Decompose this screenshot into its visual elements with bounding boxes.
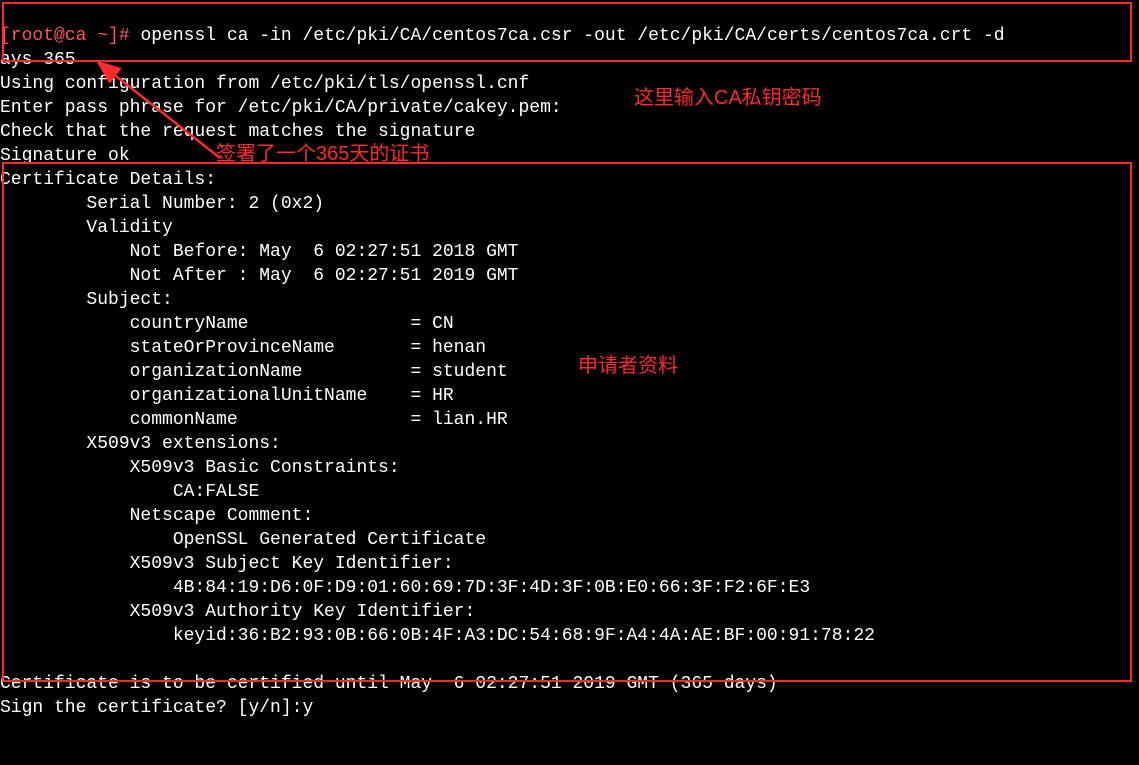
- out-line-22: 4B:84:19:D6:0F:D9:01:60:69:7D:3F:4D:3F:0…: [0, 578, 810, 598]
- out-line-26: Sign the certificate? [y/n]:y: [0, 698, 313, 718]
- out-line-10: Subject:: [0, 290, 173, 310]
- out-line-6: Serial Number: 2 (0x2): [0, 194, 324, 214]
- out-line-17: X509v3 Basic Constraints:: [0, 458, 410, 478]
- out-line-20: OpenSSL Generated Certificate: [0, 530, 486, 550]
- out-line-16: X509v3 extensions:: [0, 434, 281, 454]
- out-line-1: Using configuration from /etc/pki/tls/op…: [0, 74, 529, 94]
- command-text: openssl ca -in /etc/pki/CA/centos7ca.csr…: [0, 26, 1005, 70]
- out-line-4: Signature ok: [0, 146, 130, 166]
- terminal-window[interactable]: [root@ca ~]# openssl ca -in /etc/pki/CA/…: [0, 0, 1139, 765]
- out-line-19: Netscape Comment:: [0, 506, 324, 526]
- annotation-sign365: 签署了一个365天的证书: [216, 142, 429, 166]
- out-line-5: Certificate Details:: [0, 170, 216, 190]
- out-line-9: Not After : May 6 02:27:51 2019 GMT: [0, 266, 518, 286]
- out-line-25: Certificate is to be certified until May…: [0, 674, 778, 694]
- prompt-userhost: [root@ca ~]#: [0, 26, 140, 46]
- out-line-2: Enter pass phrase for /etc/pki/CA/privat…: [0, 98, 562, 118]
- out-line-3: Check that the request matches the signa…: [0, 122, 475, 142]
- out-line-7: Validity: [0, 218, 173, 238]
- out-line-24: keyid:36:B2:93:0B:66:0B:4F:A3:DC:54:68:9…: [0, 626, 875, 646]
- out-line-11: countryName = CN: [0, 314, 454, 334]
- out-line-8: Not Before: May 6 02:27:51 2018 GMT: [0, 242, 518, 262]
- annotation-passphrase: 这里输入CA私钥密码: [634, 86, 822, 110]
- out-line-13: organizationName = student: [0, 362, 508, 382]
- out-line-12: stateOrProvinceName = henan: [0, 338, 486, 358]
- out-line-21: X509v3 Subject Key Identifier:: [0, 554, 464, 574]
- out-line-23: X509v3 Authority Key Identifier:: [0, 602, 486, 622]
- out-line-18: CA:FALSE: [0, 482, 259, 502]
- out-line-15: commonName = lian.HR: [0, 410, 508, 430]
- out-line-14: organizationalUnitName = HR: [0, 386, 454, 406]
- annotation-subject: 申请者资料: [578, 354, 678, 378]
